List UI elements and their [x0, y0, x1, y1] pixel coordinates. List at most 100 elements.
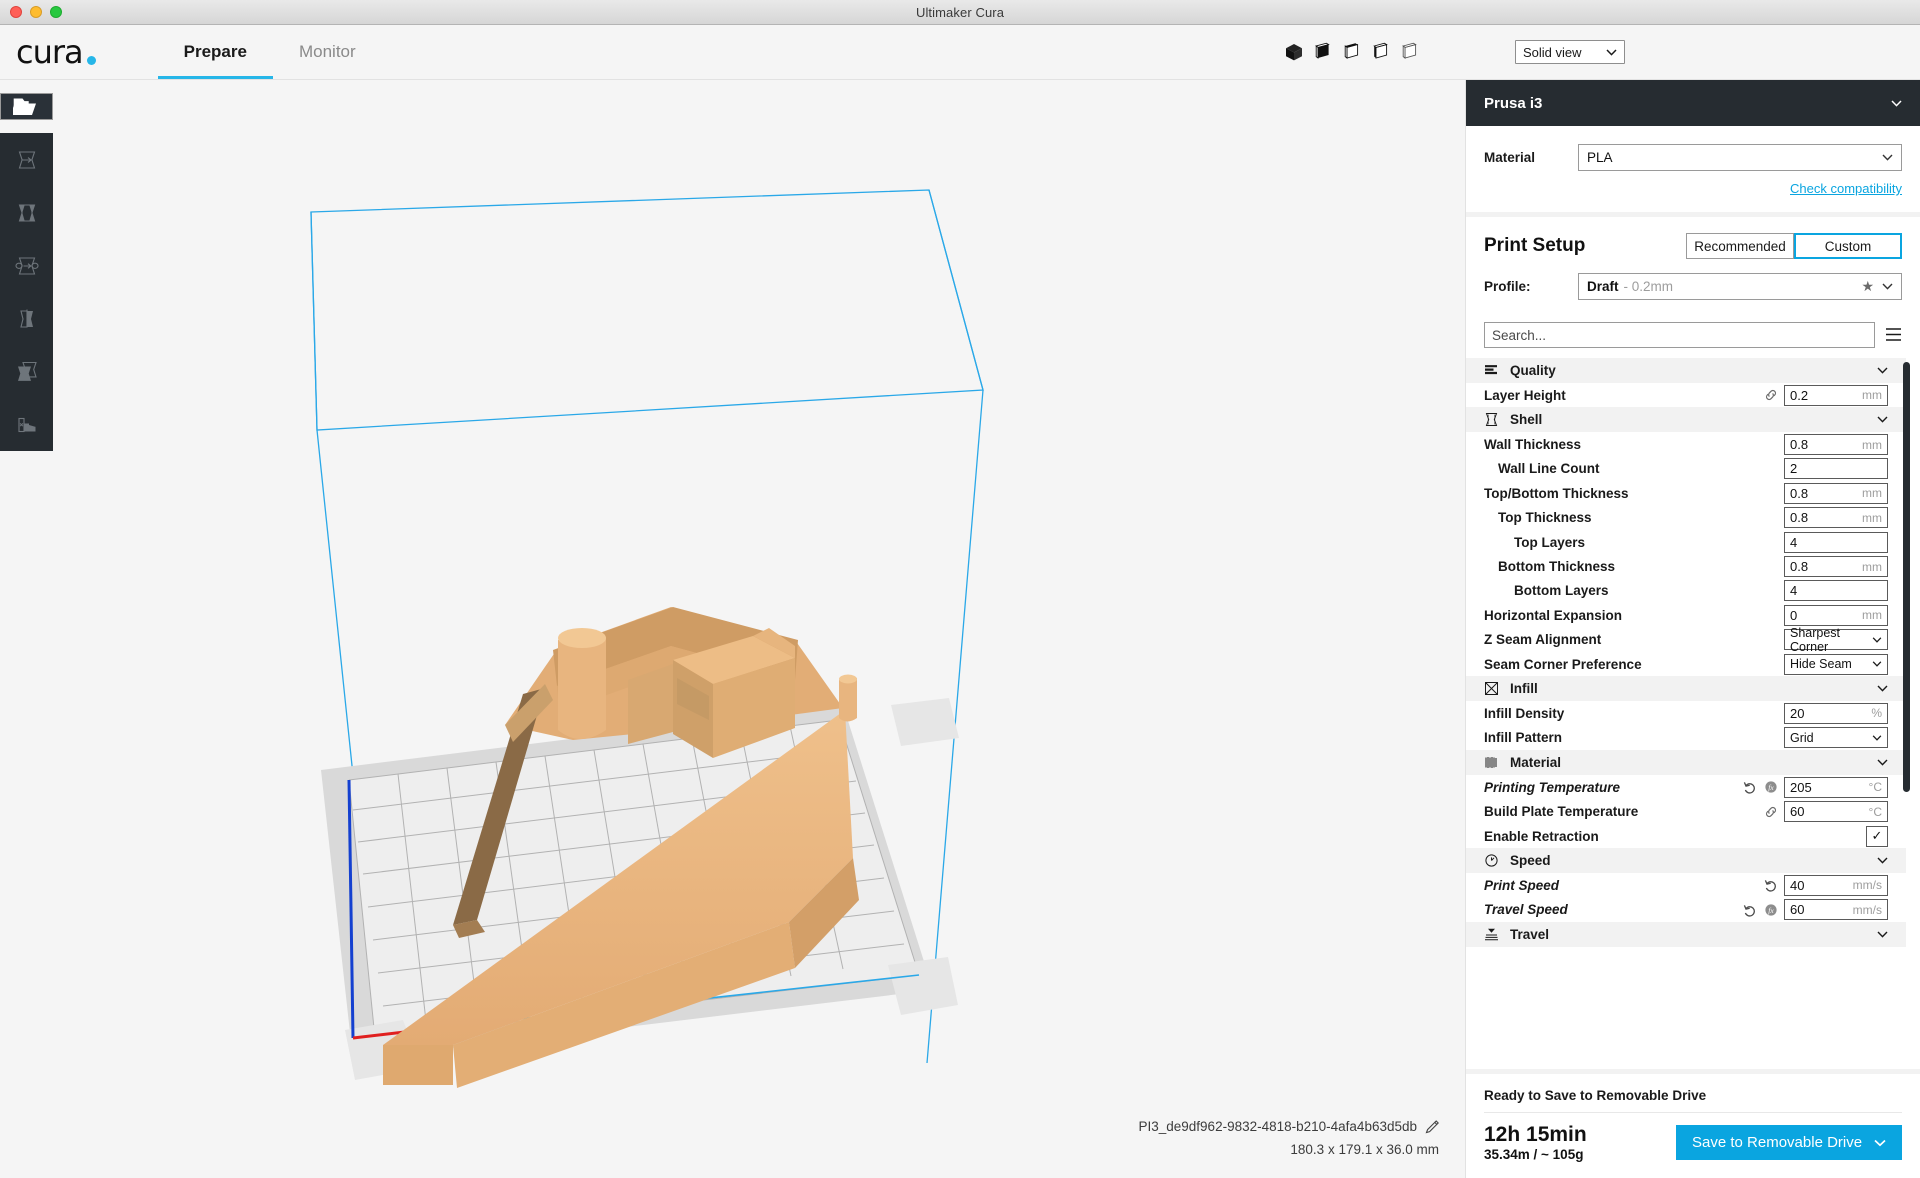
tab-prepare-label: Prepare [183, 42, 247, 61]
settings-category-material[interactable]: Material [1466, 750, 1906, 776]
profile-dropdown[interactable]: Draft - 0.2mm ★ [1578, 273, 1902, 300]
settings-scrollbar-thumb[interactable] [1903, 362, 1910, 792]
view-mode-dropdown[interactable]: Solid view [1515, 40, 1625, 64]
setting-row: Z Seam Alignment Sharpest Corner [1466, 626, 1906, 654]
chevron-down-icon[interactable] [1874, 1139, 1886, 1147]
setting-row: Enable Retraction ✓ [1466, 824, 1906, 848]
settings-category-travel[interactable]: Travel [1466, 922, 1906, 948]
link-icon[interactable] [1764, 805, 1778, 819]
mirror-tool-button[interactable] [0, 292, 53, 345]
setting-input[interactable]: 0.8 mm [1784, 482, 1888, 504]
revert-icon[interactable] [1743, 780, 1757, 794]
setting-input[interactable]: 0.8 mm [1784, 507, 1888, 529]
chevron-down-icon [1877, 416, 1888, 423]
setting-unit: mm [1862, 486, 1882, 501]
move-tool-button[interactable] [0, 133, 53, 186]
setting-row: Travel Speed fx 60 mm/s [1466, 898, 1906, 922]
view-left-icon[interactable] [1371, 42, 1391, 62]
job-material-usage: 35.34m / ~ 105g [1484, 1147, 1584, 1162]
setting-label: Layer Height [1484, 387, 1566, 403]
toolbar-divider [0, 120, 53, 133]
setting-dropdown[interactable]: Hide Seam [1784, 653, 1888, 675]
setting-checkbox[interactable]: ✓ [1866, 825, 1888, 847]
settings-category-quality[interactable]: Quality [1466, 358, 1906, 383]
revert-icon[interactable] [1764, 878, 1778, 893]
support-blocker-button[interactable] [0, 398, 53, 451]
material-dropdown[interactable]: PLA [1578, 144, 1902, 171]
setting-label: Travel Speed [1484, 902, 1568, 918]
setting-input[interactable]: 2 [1784, 458, 1888, 480]
mode-recommended-button[interactable]: Recommended [1686, 233, 1794, 259]
printer-selector[interactable]: Prusa i3 [1466, 80, 1920, 126]
chevron-down-icon [1891, 99, 1902, 107]
setting-input[interactable]: 20% [1784, 702, 1888, 724]
mode-custom-button[interactable]: Custom [1794, 233, 1902, 259]
chevron-down-icon [1877, 685, 1888, 692]
setting-unit: mm [1862, 510, 1882, 525]
setting-input[interactable]: 60 mm/s [1784, 899, 1888, 921]
open-file-button[interactable] [0, 93, 53, 120]
setting-row: Seam Corner Preference Hide Seam [1466, 652, 1906, 676]
setting-value: 0.8 [1790, 485, 1809, 501]
scale-tool-button[interactable] [0, 186, 53, 239]
settings-category-speed[interactable]: Speed [1466, 848, 1906, 874]
save-button-label: Save to Removable Drive [1692, 1134, 1863, 1152]
search-input[interactable] [1484, 322, 1875, 348]
setting-dropdown[interactable]: Grid [1784, 727, 1888, 749]
model-filename: PI3_de9df962-9832-4818-b210-4afa4b63d5db [1138, 1118, 1418, 1134]
setting-input[interactable]: 40 mm/s [1784, 874, 1888, 896]
right-sidebar: Prusa i3 Material PLA Check compatibilit… [1465, 80, 1920, 1178]
view-right-icon[interactable] [1400, 42, 1420, 62]
setting-label: Printing Temperature [1484, 779, 1621, 795]
settings-category-infill[interactable]: Infill [1466, 676, 1906, 702]
setting-dropdown[interactable]: Sharpest Corner [1784, 626, 1888, 654]
save-to-removable-drive-button[interactable]: Save to Removable Drive [1676, 1125, 1902, 1161]
setting-input[interactable]: 0 mm [1784, 604, 1888, 626]
chevron-down-icon [1872, 735, 1882, 741]
setting-input[interactable]: 0.8 mm [1784, 434, 1888, 456]
quality-icon [1484, 363, 1499, 378]
revert-icon[interactable] [1743, 903, 1757, 917]
view-front-icon[interactable] [1313, 42, 1333, 62]
material-value: PLA [1587, 150, 1613, 165]
view-top-icon[interactable] [1342, 42, 1362, 62]
function-icon[interactable]: fx [1764, 903, 1778, 917]
setting-label: Wall Line Count [1498, 461, 1600, 477]
setting-unit: mm [1862, 437, 1882, 452]
setting-input[interactable]: 0.8 mm [1784, 556, 1888, 578]
setting-input[interactable]: 60 °C [1784, 801, 1888, 823]
function-icon[interactable]: fx [1764, 780, 1778, 794]
setting-input[interactable]: 4 [1784, 580, 1888, 602]
open-file-icon [13, 95, 40, 119]
check-compatibility-link[interactable]: Check compatibility [1790, 181, 1902, 196]
link-icon[interactable] [1764, 388, 1778, 402]
settings-category-shell[interactable]: Shell [1466, 407, 1906, 433]
setting-label: Seam Corner Preference [1484, 656, 1642, 672]
checkmark-icon: ✓ [1871, 828, 1883, 844]
model-tool-group [0, 133, 53, 451]
print-job-bar: Ready to Save to Removable Drive 12h 15m… [1466, 1069, 1920, 1178]
setting-row: Bottom Thickness 0.8 mm [1466, 554, 1906, 578]
chevron-down-icon [1877, 367, 1888, 374]
settings-scrollbar-track[interactable] [1903, 360, 1915, 1069]
setting-icons: fx [1743, 780, 1784, 794]
setting-unit: % [1871, 706, 1882, 721]
per-model-settings-button[interactable] [0, 345, 53, 398]
setting-input[interactable]: 4 [1784, 531, 1888, 553]
rotate-tool-button[interactable] [0, 239, 53, 292]
category-label: Travel [1510, 927, 1550, 943]
hamburger-menu-icon[interactable] [1885, 327, 1902, 344]
star-icon[interactable]: ★ [1861, 278, 1874, 295]
setting-unit: °C [1868, 780, 1882, 795]
setting-input[interactable]: 0.2 mm [1784, 384, 1888, 406]
setting-input[interactable]: 205 °C [1784, 776, 1888, 798]
3d-viewport[interactable]: PI3_de9df962-9832-4818-b210-4afa4b63d5db… [53, 80, 1465, 1178]
setting-value: 4 [1790, 534, 1798, 550]
tab-prepare[interactable]: Prepare [157, 25, 274, 79]
setting-label: Horizontal Expansion [1484, 607, 1623, 623]
setting-value: 0.8 [1790, 559, 1809, 575]
settings-list[interactable]: Quality Layer Height 0.2 mm Shell Wall Thickn… [1466, 358, 1920, 1069]
tab-monitor[interactable]: Monitor [273, 25, 382, 79]
pencil-icon[interactable] [1425, 1119, 1439, 1134]
view-3d-icon[interactable] [1284, 42, 1304, 62]
